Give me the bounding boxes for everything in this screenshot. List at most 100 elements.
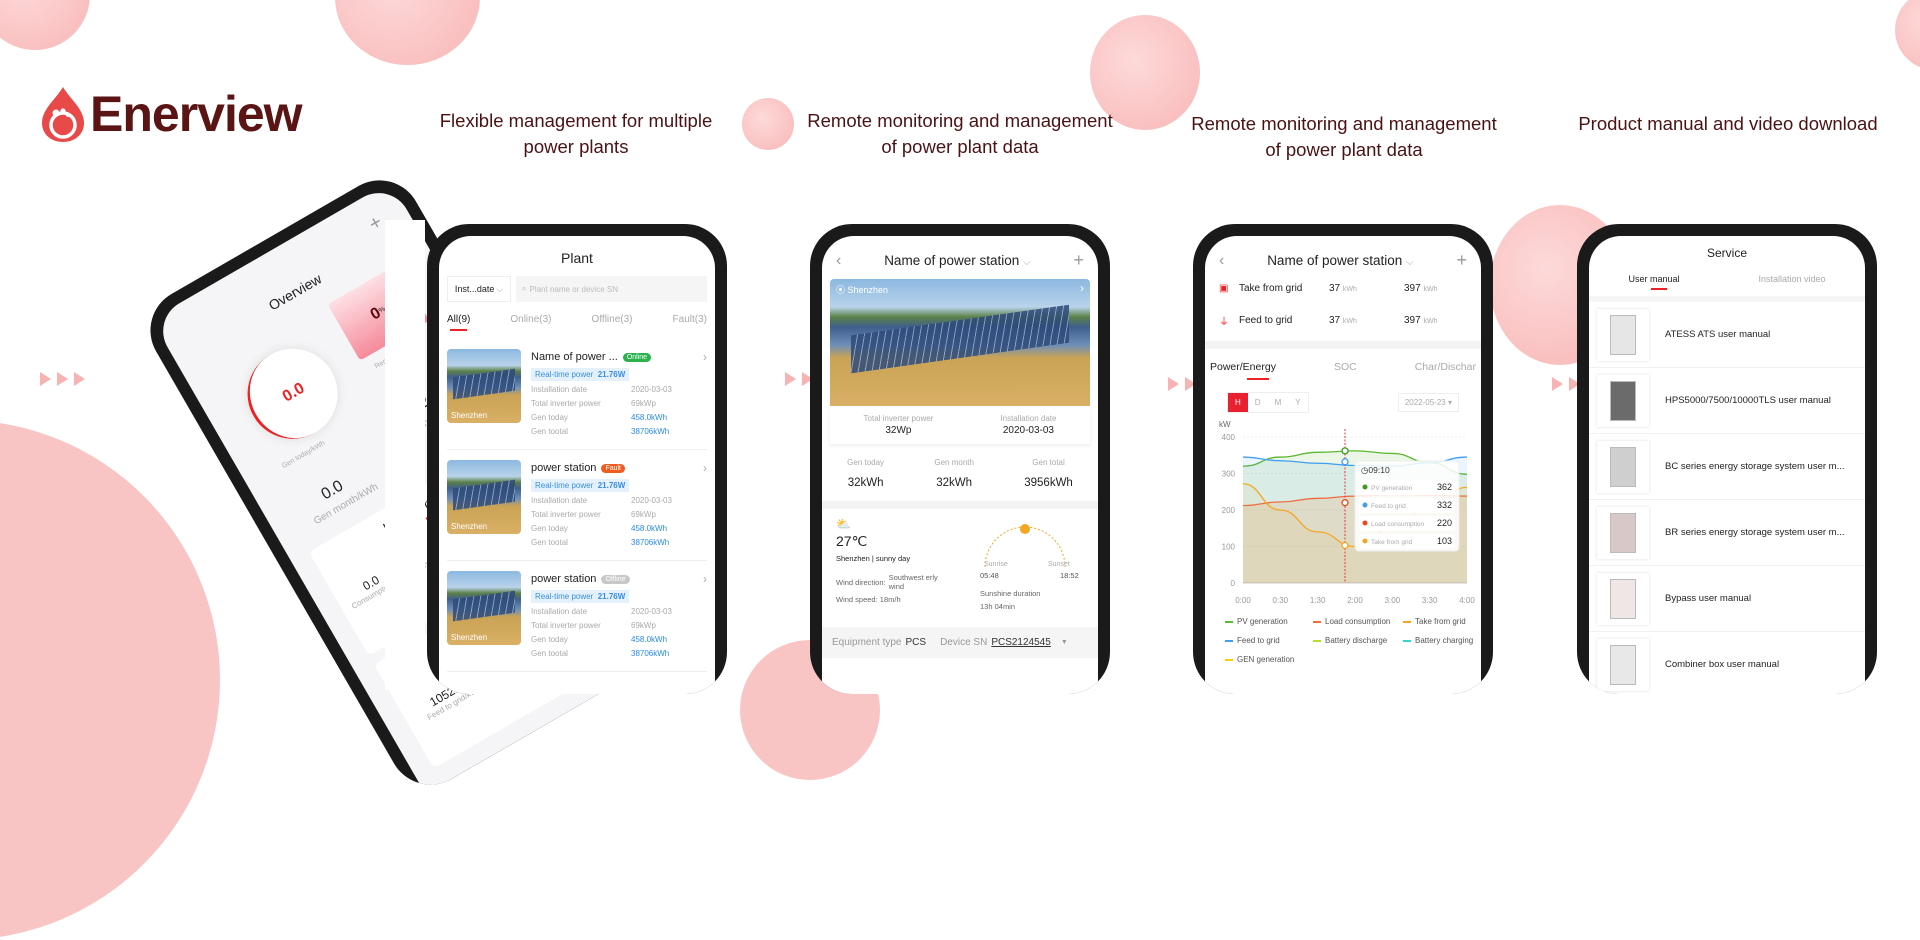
install-label: Installation date — [531, 385, 588, 394]
add-icon[interactable]: + — [1073, 250, 1084, 271]
sunset-label: Sunset — [1048, 561, 1070, 568]
tooltip-value: 332 — [1437, 500, 1452, 510]
tooltip-series-name: Take from grid — [1371, 539, 1413, 546]
period-day[interactable]: D — [1248, 393, 1268, 412]
add-icon[interactable]: + — [1456, 250, 1467, 271]
tooltip-dot — [1362, 520, 1368, 526]
install-value: 2020-03-03 — [1002, 425, 1054, 436]
sunshine-value: 13h 04min — [980, 602, 1016, 611]
chevron-right-icon[interactable]: › — [1080, 281, 1084, 295]
install-value: 2020-03-03 — [631, 385, 672, 394]
legend-label: Feed to grid — [1237, 636, 1280, 645]
hover-point — [1341, 458, 1349, 466]
tab-fault[interactable]: Fault(3) — [673, 314, 707, 325]
manual-label: BR series energy storage system user m..… — [1665, 527, 1845, 538]
realtime-label: Real-time power — [535, 481, 594, 490]
tab-online[interactable]: Online(3) — [510, 314, 551, 325]
tab-offline[interactable]: Offline(3) — [592, 314, 633, 325]
legend-label: GEN generation — [1237, 655, 1295, 664]
manual-item[interactable]: Bypass user manual — [1589, 566, 1865, 632]
tab-power-energy[interactable]: Power/Energy — [1210, 361, 1276, 373]
realtime-power: Real-time power 21.76W — [531, 590, 630, 603]
status-badge: Online — [622, 352, 652, 362]
manual-item[interactable]: BC series energy storage system user m..… — [1589, 434, 1865, 500]
tab-soc[interactable]: SOC — [1334, 361, 1357, 373]
chart-legend: PV generation Load consumption Take from g… — [1205, 617, 1481, 664]
unit: kWh — [1423, 285, 1438, 293]
tab-all[interactable]: All(9) — [447, 314, 470, 331]
realtime-value: 21.76W — [597, 592, 626, 601]
period-month[interactable]: M — [1268, 393, 1289, 412]
station-photo[interactable]: ⦿ Shenzhen › — [830, 279, 1090, 406]
plant-item[interactable]: Shenzhen power station Offline › Real-time… — [447, 561, 707, 672]
grid-take-icon: ▣ — [1219, 282, 1229, 294]
chevron-right-icon[interactable]: › — [703, 350, 707, 364]
location-text: Shenzhen — [847, 285, 889, 295]
realtime-value: 21.76W — [597, 370, 626, 379]
legend-label: Take from grid — [1415, 617, 1466, 626]
manual-label: Combiner box user manual — [1665, 659, 1780, 670]
total-label: Gen tootal — [531, 649, 568, 658]
manual-label: HPS5000/7500/10000TLS user manual — [1665, 395, 1831, 406]
manual-item[interactable]: ATESS ATS user manual — [1589, 302, 1865, 368]
legend-item[interactable]: Load consumption — [1313, 617, 1403, 626]
legend-item[interactable]: GEN generation — [1225, 655, 1313, 664]
legend-item[interactable]: Battery charging — [1403, 636, 1481, 645]
station-selector[interactable]: Name of power station ⌵ — [1267, 253, 1413, 268]
divider — [1205, 341, 1481, 349]
flame-logo-icon — [42, 87, 84, 142]
plant-tabs: All(9) Online(3) Offline(3) Fault(3) — [439, 314, 715, 331]
plant-item[interactable]: Shenzhen Name of power ... Online › Real-t… — [447, 339, 707, 450]
back-icon[interactable]: ‹ — [1219, 252, 1224, 270]
sort-dropdown[interactable]: Inst...date ⌵ — [447, 276, 511, 302]
wind-speed: Wind speed: 18m/h — [836, 595, 901, 604]
install-label: Installation date — [1000, 414, 1057, 423]
inv-value: 32Wp — [885, 425, 912, 436]
manual-item[interactable]: HPS5000/7500/10000TLS user manual — [1589, 368, 1865, 434]
gen-month-label: Gen month — [934, 458, 974, 467]
weather-city: Shenzhen — [836, 554, 870, 563]
today-value: 458.0kWh — [631, 524, 668, 533]
device-sn-select[interactable]: PCS2124545 — [991, 637, 1051, 648]
period-toggle: H D M Y — [1227, 392, 1309, 413]
legend-item[interactable]: Battery discharge — [1313, 636, 1403, 645]
total-value: 38706kWh — [631, 649, 670, 658]
search-placeholder: Plant name or device SN — [529, 284, 618, 294]
date-picker[interactable]: 2022-05-23 ▾ — [1397, 393, 1459, 412]
manual-item[interactable]: BR series energy storage system user m..… — [1589, 500, 1865, 566]
x-tick-label: 0:00 — [1235, 596, 1251, 605]
station-selector[interactable]: Name of power station ⌵ — [884, 253, 1030, 268]
legend-swatch — [1225, 639, 1233, 642]
equip-value: PCS — [905, 637, 927, 648]
legend-swatch — [1313, 620, 1321, 623]
power-chart[interactable]: kW 0 100 200 300 400 0:00 0:30 1:30 2:00 3:00 3:30 4… — [1205, 417, 1481, 617]
gen-total-label: Gen total — [1032, 458, 1065, 467]
tab-user-manual[interactable]: User manual — [1628, 274, 1679, 284]
plant-photo: Shenzhen — [447, 571, 521, 645]
legend-item[interactable]: Feed to grid — [1225, 636, 1313, 645]
period-hour[interactable]: H — [1228, 393, 1248, 412]
gen-gauge: 0.0 — [231, 332, 355, 456]
chevron-down-icon: ⌵ — [1406, 257, 1414, 268]
legend-item[interactable]: PV generation — [1225, 617, 1313, 626]
equipment-bar: Equipment type PCS Device SN PCS2124545 ▼ — [822, 627, 1098, 658]
back-icon[interactable]: ‹ — [836, 252, 841, 270]
caption-manual: Product manual and video download — [1578, 113, 1878, 134]
unit: kWh — [1342, 285, 1357, 293]
legend-item[interactable]: Take from grid — [1403, 617, 1481, 626]
manual-item[interactable]: Combiner box user manual — [1589, 632, 1865, 694]
sn-label: Device SN — [940, 637, 988, 648]
tab-char-dischar[interactable]: Char/Dischar — [1415, 361, 1476, 373]
chevron-right-icon[interactable]: › — [703, 572, 707, 586]
plant-item[interactable]: Shenzhen power station Fault › Real-time p… — [447, 450, 707, 561]
product-thumbnail — [1597, 572, 1649, 625]
dropdown-arrow-icon[interactable]: ▼ — [1061, 639, 1068, 646]
plant-name: power station — [531, 573, 597, 585]
total-label: Gen tootal — [531, 427, 568, 436]
period-year[interactable]: Y — [1288, 393, 1307, 412]
tab-installation-video[interactable]: Installation video — [1758, 274, 1825, 284]
search-input[interactable]: ⌕ Plant name or device SN — [516, 276, 707, 302]
chevron-right-icon[interactable]: › — [703, 461, 707, 475]
product-thumbnail — [1597, 308, 1649, 361]
hover-point — [1341, 499, 1349, 507]
